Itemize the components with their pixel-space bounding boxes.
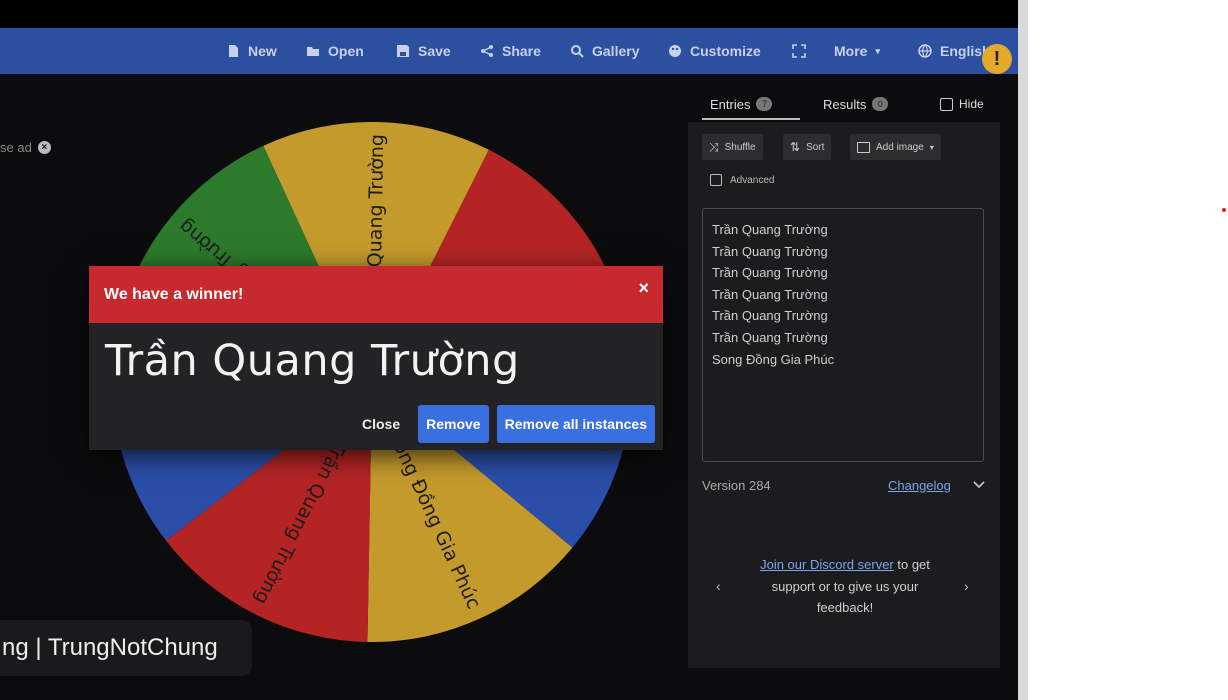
tab-entries-label: Entries — [710, 96, 751, 112]
chevron-down-icon[interactable] — [972, 478, 986, 493]
tab-results-label: Results — [823, 96, 867, 112]
results-count-badge: 0 — [872, 97, 889, 111]
tab-entries[interactable]: Entries 7 — [710, 88, 773, 120]
active-tab-indicator — [702, 118, 800, 120]
remove-button[interactable]: Remove — [418, 405, 489, 443]
dialog-actions: Close Remove Remove all instances — [352, 405, 655, 443]
add-image-label: Add image — [876, 141, 924, 153]
save-label: Save — [418, 43, 451, 59]
discord-link[interactable]: Join our Discord server — [760, 557, 894, 572]
shuffle-button[interactable]: ⤨ Shuffle — [702, 134, 763, 160]
new-button[interactable]: New — [226, 28, 277, 74]
panel-tabs: Entries 7 Results 0 Hide — [688, 88, 1000, 122]
shuffle-icon: ⤨ — [709, 139, 719, 154]
ad-note-text: se ad — [0, 140, 32, 155]
gallery-label: Gallery — [592, 43, 640, 59]
fullscreen-icon — [792, 44, 806, 58]
remove-all-button[interactable]: Remove all instances — [496, 405, 655, 443]
dialog-header: We have a winner! × — [89, 266, 663, 323]
caret-down-icon: ▾ — [929, 142, 934, 152]
prev-arrow-icon[interactable]: ‹ — [716, 578, 721, 594]
sort-label: Sort — [806, 141, 825, 153]
customize-button[interactable]: Customize — [668, 28, 761, 74]
sort-icon: ⇅ — [790, 140, 801, 154]
fullscreen-button[interactable] — [792, 28, 806, 74]
entries-textarea[interactable]: Trần Quang Trường Trần Quang Trường Trần… — [702, 208, 984, 462]
entry-line: Trần Quang Trường — [712, 286, 828, 302]
entry-line: Trần Quang Trường — [712, 243, 828, 259]
sort-button[interactable]: ⇅ Sort — [783, 134, 832, 160]
entry-line: Trần Quang Trường — [712, 329, 828, 345]
winner-dialog: We have a winner! × Trần Quang Trường Cl… — [89, 266, 663, 450]
ad-note: se ad × — [0, 140, 51, 155]
share-icon — [481, 45, 493, 57]
save-icon — [397, 45, 409, 57]
hide-toggle[interactable]: Hide — [940, 88, 984, 120]
new-label: New — [248, 43, 277, 59]
entry-line: Song Đồng Gia Phúc — [712, 351, 835, 367]
entry-line: Trần Quang Trường — [712, 222, 828, 237]
more-label: More — [834, 43, 868, 59]
top-strip — [0, 0, 1018, 28]
palette-icon — [669, 45, 681, 57]
add-image-button[interactable]: Add image ▾ — [850, 134, 941, 160]
close-icon[interactable]: × — [638, 278, 649, 299]
advanced-checkbox[interactable] — [710, 174, 722, 186]
navbar: New Open Save Share Gallery Customize Mo… — [0, 28, 1018, 74]
app-screen: New Open Save Share Gallery Customize Mo… — [0, 0, 1028, 700]
entry-line: Trần Quang Trường — [712, 308, 828, 324]
advanced-toggle[interactable]: Advanced — [710, 174, 774, 186]
open-button[interactable]: Open — [306, 28, 364, 74]
dialog-title: We have a winner! — [104, 285, 244, 303]
globe-icon — [918, 44, 932, 58]
folder-icon — [307, 47, 319, 56]
tab-results[interactable]: Results 0 — [823, 88, 889, 120]
search-icon — [571, 45, 584, 58]
image-icon — [857, 141, 870, 153]
share-label: Share — [502, 43, 541, 59]
discord-text-2: support or to give us your — [771, 578, 919, 594]
next-arrow-icon[interactable]: › — [964, 578, 969, 594]
more-button[interactable]: More ▾ — [834, 28, 880, 74]
open-label: Open — [328, 43, 364, 59]
discord-message: Join our Discord server to get support o… — [736, 554, 954, 619]
gallery-button[interactable]: Gallery — [570, 28, 639, 74]
hide-label: Hide — [959, 97, 984, 111]
entries-count-badge: 7 — [756, 97, 773, 111]
alert-icon[interactable]: ! — [982, 44, 1012, 74]
entries-panel: ⤨ Shuffle ⇅ Sort Add image ▾ Advanced Tr… — [688, 122, 1000, 668]
version-text: Version 284 — [702, 478, 771, 493]
caret-down-icon: ▾ — [875, 45, 880, 56]
share-button[interactable]: Share — [480, 28, 541, 74]
shuffle-label: Shuffle — [724, 141, 756, 153]
entry-line: Trần Quang Trường — [712, 265, 828, 281]
language-button[interactable]: English — [918, 28, 991, 74]
save-button[interactable]: Save — [396, 28, 451, 74]
discord-text-3: feedback! — [816, 600, 874, 615]
winner-name: Trần Quang Trường — [105, 336, 520, 386]
close-ad-icon[interactable]: × — [37, 141, 51, 154]
hide-checkbox[interactable] — [940, 97, 953, 111]
advanced-label: Advanced — [730, 174, 775, 186]
close-button[interactable]: Close — [352, 416, 410, 432]
discord-text-1: to get — [893, 557, 930, 572]
file-icon — [229, 45, 238, 57]
customize-label: Customize — [690, 43, 761, 59]
watermark: ng | TrungNotChung — [0, 620, 252, 676]
changelog-link[interactable]: Changelog — [888, 478, 951, 493]
red-dot — [1222, 208, 1226, 212]
